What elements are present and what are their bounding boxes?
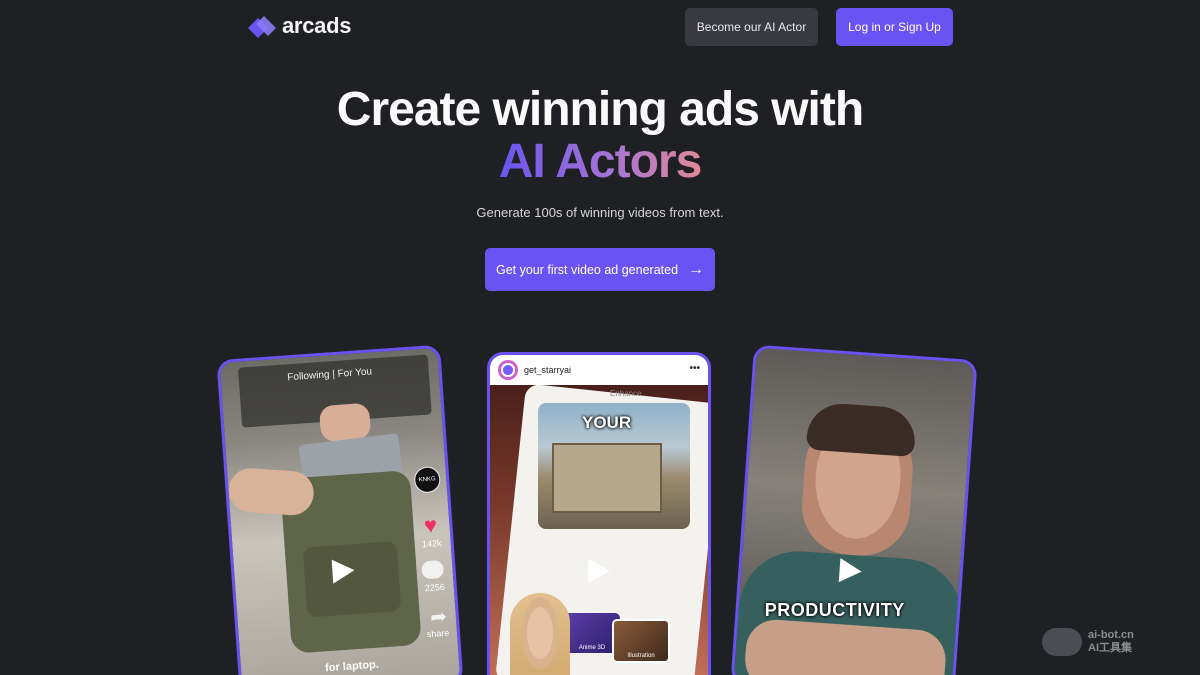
video-card-instagram[interactable]: Enhance YOUR Anime 3D Illustration get_s… bbox=[487, 352, 711, 675]
watermark-line1: ai-bot.cn bbox=[1088, 628, 1134, 641]
heart-icon: ♥ bbox=[423, 512, 438, 539]
arcads-logo[interactable]: arcads bbox=[248, 13, 351, 39]
arrow-right-icon: → bbox=[688, 260, 705, 278]
video-card-tiktok[interactable]: Following | For You KNKG ♥ 142k 2256 ➦ s… bbox=[216, 344, 464, 675]
instagram-header: get_starryai bbox=[490, 355, 708, 385]
become-ai-actor-button[interactable]: Become our AI Actor bbox=[685, 8, 818, 46]
watermark: ai-bot.cn AI工具集 bbox=[1042, 628, 1134, 656]
watermark-logo-icon bbox=[1042, 628, 1082, 656]
overlay-text: YOUR bbox=[582, 413, 632, 432]
hero-subtitle: Generate 100s of winning videos from tex… bbox=[476, 205, 724, 220]
cta-label: Get your first video ad generated bbox=[495, 262, 679, 277]
hero-title-highlight: AI Actors bbox=[0, 134, 1200, 189]
gradient-highlight-text: AI Actors bbox=[498, 135, 703, 188]
account-username: get_starryai bbox=[524, 365, 572, 375]
account-avatar bbox=[498, 360, 518, 380]
get-first-video-button[interactable]: Get your first video ad generated → bbox=[485, 248, 715, 291]
more-options-icon[interactable]: ••• bbox=[689, 363, 700, 374]
login-signup-button[interactable]: Log in or Sign Up bbox=[836, 8, 953, 46]
play-icon[interactable] bbox=[838, 558, 863, 584]
watermark-text: ai-bot.cn AI工具集 bbox=[1088, 629, 1134, 655]
hero-title: Create winning ads with bbox=[336, 83, 864, 136]
arm bbox=[227, 466, 316, 517]
hand bbox=[318, 402, 372, 443]
play-icon[interactable] bbox=[588, 559, 610, 583]
video-caption: PRODUCTIVITY bbox=[764, 599, 905, 620]
watermark-line2: AI工具集 bbox=[1088, 642, 1132, 654]
logo-icon bbox=[248, 16, 276, 38]
style-thumb-illustration: Illustration bbox=[612, 619, 670, 663]
play-icon[interactable] bbox=[331, 558, 356, 584]
house bbox=[552, 443, 662, 513]
enhance-label: Enhance bbox=[610, 389, 642, 398]
logo-text: arcads bbox=[282, 13, 352, 38]
presenter-face bbox=[510, 593, 570, 675]
video-card-presenter[interactable]: PRODUCTIVITY bbox=[730, 344, 978, 675]
share-icon: ➦ bbox=[429, 605, 448, 629]
